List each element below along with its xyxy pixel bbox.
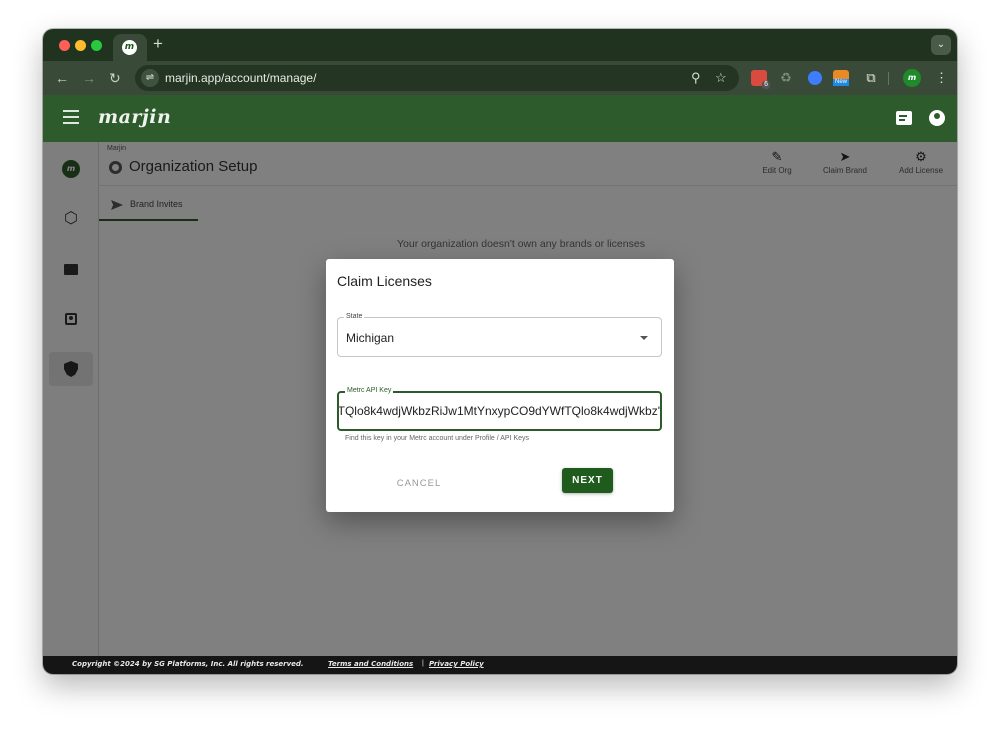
footer-separator: | xyxy=(422,660,424,667)
next-button[interactable]: NEXT xyxy=(562,468,613,493)
red-extension-icon[interactable]: 6 xyxy=(751,70,770,89)
profile-avatar[interactable]: m xyxy=(903,69,921,87)
feedback-icon[interactable] xyxy=(896,111,912,125)
marjin-favicon-icon: m xyxy=(122,40,137,55)
forward-icon[interactable]: → xyxy=(82,69,96,87)
api-key-input[interactable]: Metrc API Key 'WfTQlo8k4wdjWkbzRiJw1MtYn… xyxy=(337,386,662,431)
tab-search-button[interactable]: ⌄ xyxy=(931,35,951,55)
state-select[interactable]: State Michigan xyxy=(337,312,662,357)
maximize-window-button[interactable] xyxy=(91,40,102,51)
puzzle-extensions-icon[interactable]: ⧉ xyxy=(863,70,879,86)
state-label: State xyxy=(344,312,365,322)
extension-badge: New xyxy=(833,79,849,86)
app-bar: marjin xyxy=(43,95,957,142)
privacy-link[interactable]: Privacy Policy xyxy=(429,660,484,668)
browser-tab-strip: m + ⌄ xyxy=(43,29,957,61)
dialog-title: Claim Licenses xyxy=(337,273,432,289)
recycle-extension-icon[interactable]: ♻ xyxy=(778,70,794,86)
claim-licenses-dialog: Claim Licenses State Michigan Metrc API … xyxy=(326,259,674,512)
reload-icon[interactable]: ↻ xyxy=(109,69,121,87)
cancel-button[interactable]: CANCEL xyxy=(388,472,450,494)
brand-logo[interactable]: marjin xyxy=(98,106,171,128)
blue-extension-icon[interactable] xyxy=(808,71,822,85)
terms-link[interactable]: Terms and Conditions xyxy=(328,660,413,668)
site-info-icon[interactable]: ⇌ xyxy=(141,69,159,87)
hamburger-menu-icon[interactable] xyxy=(63,110,79,124)
copyright-text: Copyright ©2024 by SG Platforms, Inc. Al… xyxy=(72,660,304,668)
address-bar[interactable]: ⇌ marjin.app/account/manage/ ⚲ ☆ xyxy=(135,65,739,91)
account-circle-icon[interactable] xyxy=(929,110,945,126)
api-key-value: 'WfTQlo8k4wdjWkbzRiJw1MtYnxypCO9dYWfTQlo… xyxy=(339,404,660,418)
new-extension-icon[interactable]: New xyxy=(833,70,849,86)
url-text: marjin.app/account/manage/ xyxy=(165,71,317,85)
state-value: Michigan xyxy=(346,331,395,345)
back-icon[interactable]: ← xyxy=(55,69,69,87)
chevron-down-icon xyxy=(640,336,648,340)
close-window-button[interactable] xyxy=(59,40,70,51)
footer: Copyright ©2024 by SG Platforms, Inc. Al… xyxy=(43,656,957,674)
toolbar-divider xyxy=(888,72,889,85)
extension-badge: 6 xyxy=(762,81,770,89)
browser-tab[interactable]: m xyxy=(113,34,147,61)
api-key-label: Metrc API Key xyxy=(345,386,394,396)
minimize-window-button[interactable] xyxy=(75,40,86,51)
browser-toolbar: ← → ↻ ⇌ marjin.app/account/manage/ ⚲ ☆ 6… xyxy=(43,61,957,95)
browser-window: m + ⌄ ← → ↻ ⇌ marjin.app/account/manage/… xyxy=(43,29,957,674)
browser-menu-icon[interactable]: ⋮ xyxy=(935,69,948,87)
new-tab-button[interactable]: + xyxy=(153,35,163,53)
bookmark-star-icon[interactable]: ☆ xyxy=(715,70,727,86)
api-key-helper-text: Find this key in your Metrc account unde… xyxy=(345,435,530,442)
zoom-icon[interactable]: ⚲ xyxy=(691,70,701,86)
